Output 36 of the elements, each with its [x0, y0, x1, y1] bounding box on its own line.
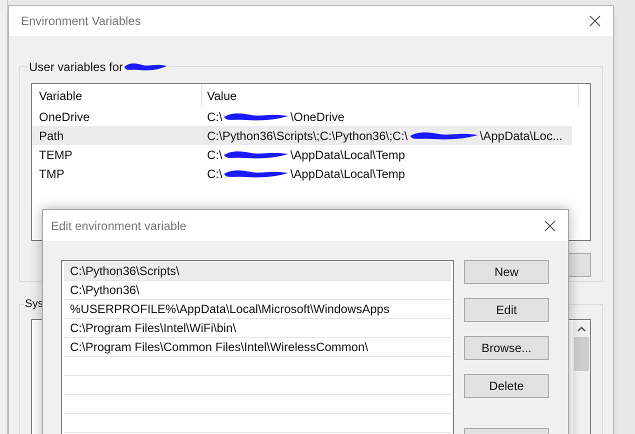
list-item[interactable]: %USERPROFILE%\AppData\Local\Microsoft\WindowsApps: [64, 300, 451, 319]
table-row[interactable]: TEMP C:\ \AppData\Local\Temp: [32, 145, 572, 164]
table-cell-text: TMP: [38, 166, 66, 182]
table-cell-text: \AppData\Local\Temp: [290, 166, 406, 182]
table-row[interactable]: Path C:\Python36\Scripts\;C:\Python36\;C:\ \AppData\Loc...: [32, 126, 572, 145]
table-cell-text: OneDrive: [38, 108, 91, 126]
table-row[interactable]: OneDrive C:\ \OneDrive: [32, 107, 572, 126]
table-cell-text: TEMP: [38, 146, 74, 164]
table-cell-text: C:\: [207, 146, 222, 164]
table-cell-text: Path: [38, 128, 65, 144]
close-icon[interactable]: [589, 15, 601, 27]
table-cell-text: C:\: [207, 108, 222, 126]
dialog-button[interactable]: New: [464, 260, 549, 284]
column-header[interactable]: Variable: [32, 84, 202, 107]
table-row[interactable]: TMP C:\ \AppData\Local\Temp: [32, 164, 572, 183]
table-cell-text: \OneDrive: [290, 108, 344, 126]
dialog-button[interactable]: Edit: [464, 298, 549, 322]
dialog-title: Edit environment variable: [51, 218, 186, 234]
dialog-button[interactable]: Delete: [464, 374, 549, 398]
scrollbar[interactable]: [573, 320, 590, 434]
list-item[interactable]: C:\Program Files\Common Files\Intel\WirelessCommon\: [64, 338, 451, 357]
close-icon[interactable]: [544, 220, 556, 232]
column-header[interactable]: Value: [202, 84, 579, 107]
redaction-scribble: [123, 61, 168, 73]
scroll-up-icon[interactable]: [577, 326, 586, 332]
list-item[interactable]: C:\Python36\: [64, 281, 451, 300]
table-cell-text: \AppData\Loc...: [480, 128, 562, 144]
dialog-button[interactable]: Browse...: [464, 336, 549, 360]
table-cell-text: C:\Python36\Scripts\;C:\Python36\;C:\: [207, 128, 408, 144]
window-title: Environment Variables: [21, 13, 141, 30]
table-cell-text: C:\: [207, 166, 222, 182]
list-item[interactable]: C:\Python36\Scripts\: [64, 262, 451, 281]
scrollbar-thumb[interactable]: [574, 337, 589, 371]
table-cell-text: \AppData\Local\Temp: [290, 146, 406, 164]
list-item[interactable]: C:\Program Files\Intel\WiFi\bin\: [64, 319, 451, 338]
group-label: User variables for: [29, 59, 124, 76]
